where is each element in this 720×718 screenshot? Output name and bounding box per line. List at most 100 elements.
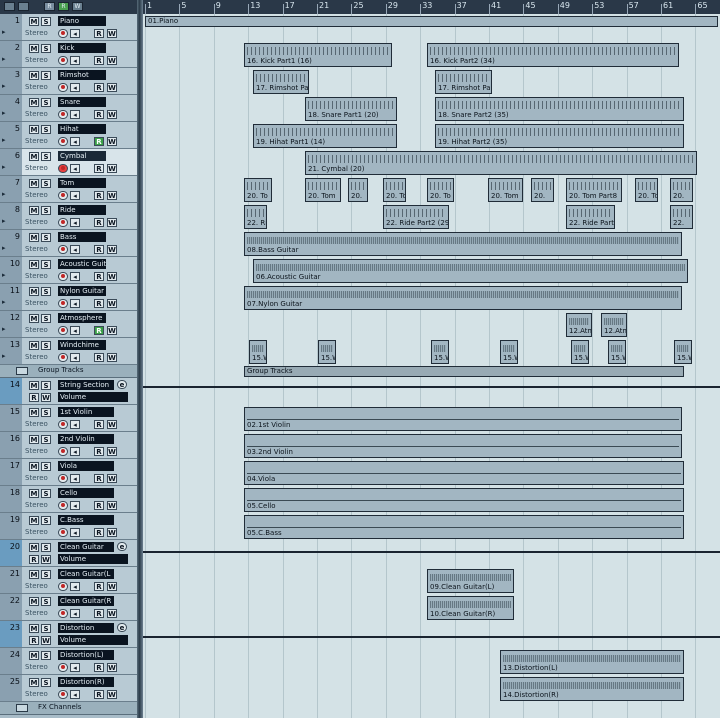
audio-event[interactable]: 15.W	[500, 340, 518, 364]
write-automation-button[interactable]: W	[107, 164, 117, 173]
read-automation-button[interactable]: R	[94, 56, 104, 65]
solo-button[interactable]: S	[41, 408, 51, 417]
track-name[interactable]: Clean Guitar	[58, 542, 114, 552]
write-automation-button[interactable]: W	[107, 501, 117, 510]
midi-part[interactable]: 20. To	[244, 178, 272, 202]
read-automation-button[interactable]: R	[94, 29, 104, 38]
expand-arrow-icon[interactable]: ▸	[2, 136, 6, 144]
track-name[interactable]: 2nd Violin	[58, 434, 114, 444]
monitor-button[interactable]: ◂	[70, 528, 80, 537]
mute-button[interactable]: M	[29, 489, 39, 498]
mute-button[interactable]: M	[29, 179, 39, 188]
record-enable-button[interactable]	[58, 218, 68, 227]
midi-part[interactable]: 22. Ride Part2 (29)	[383, 205, 449, 229]
midi-part[interactable]: 20.	[531, 178, 554, 202]
read-automation-icon[interactable]: R	[58, 2, 69, 11]
mute-button[interactable]: M	[29, 381, 39, 390]
expand-arrow-icon[interactable]: ▸	[2, 163, 6, 171]
record-enable-button[interactable]	[58, 83, 68, 92]
write-automation-button[interactable]: W	[107, 272, 117, 281]
write-automation-icon[interactable]: W	[72, 2, 83, 11]
track-19[interactable]: 19 M S C.Bass Stereo ◂ R W	[0, 513, 137, 540]
track-name[interactable]: Ride	[58, 205, 106, 215]
monitor-button[interactable]: ◂	[70, 447, 80, 456]
mute-button[interactable]: M	[29, 98, 39, 107]
read-automation-button[interactable]: R	[94, 272, 104, 281]
expand-arrow-icon[interactable]: ▸	[2, 325, 6, 333]
monitor-button[interactable]: ◂	[70, 110, 80, 119]
audio-event[interactable]: 06.Acoustic Guitar	[253, 259, 688, 283]
mute-button[interactable]: M	[29, 17, 39, 26]
read-automation-button[interactable]: R	[94, 137, 104, 146]
audio-event[interactable]: 09.Clean Guitar(L)	[427, 569, 514, 593]
midi-part[interactable]: 19. Hihat Part2 (35)	[435, 124, 684, 148]
automation-parameter[interactable]: Volume	[58, 554, 128, 564]
monitor-button[interactable]: ◂	[70, 83, 80, 92]
monitor-button[interactable]: ◂	[70, 353, 80, 362]
expand-arrow-icon[interactable]: ▸	[2, 109, 6, 117]
track-name[interactable]: Cymbal	[58, 151, 106, 161]
expand-arrow-icon[interactable]: ▸	[2, 190, 6, 198]
solo-button[interactable]: S	[41, 17, 51, 26]
write-automation-button[interactable]: W	[41, 555, 51, 564]
read-all-icon[interactable]: R	[44, 2, 55, 11]
mute-button[interactable]: M	[29, 678, 39, 687]
track-10[interactable]: 10▸ MS Acoustic Guitar Stereo ◂ RW	[0, 257, 137, 284]
midi-part[interactable]: 17. Rimshot Part	[435, 70, 492, 94]
write-automation-button[interactable]: W	[107, 137, 117, 146]
track-name[interactable]: Piano	[58, 16, 106, 26]
automation-parameter[interactable]: Volume	[58, 392, 128, 402]
monitor-button[interactable]: ◂	[70, 299, 80, 308]
record-enable-button[interactable]	[58, 272, 68, 281]
audio-event[interactable]: 12.Atm	[566, 313, 592, 337]
track-name[interactable]: Acoustic Guitar	[58, 259, 106, 269]
monitor-button[interactable]: ◂	[70, 326, 80, 335]
monitor-button[interactable]: ◂	[70, 191, 80, 200]
track-7[interactable]: 7 ▸ M S Tom Stereo ◂ R W	[0, 176, 137, 203]
write-automation-button[interactable]: W	[107, 663, 117, 672]
solo-button[interactable]: S	[41, 462, 51, 471]
write-automation-button[interactable]: W	[107, 420, 117, 429]
expand-arrow-icon[interactable]: ▸	[2, 28, 6, 36]
monitor-button[interactable]: ◂	[70, 245, 80, 254]
write-automation-button[interactable]: W	[41, 636, 51, 645]
audio-event[interactable]: 15.W	[249, 340, 267, 364]
midi-part[interactable]: 20. To	[635, 178, 658, 202]
read-automation-button[interactable]: R	[94, 690, 104, 699]
track-name[interactable]: Distortion	[58, 623, 114, 633]
solo-button[interactable]: S	[41, 489, 51, 498]
read-automation-button[interactable]: R	[94, 326, 104, 335]
write-automation-button[interactable]: W	[107, 609, 117, 618]
record-enable-button[interactable]	[58, 528, 68, 537]
fx-channels-folder[interactable]: FX Channels	[0, 702, 137, 715]
mute-button[interactable]: M	[29, 516, 39, 525]
mute-button[interactable]: M	[29, 152, 39, 161]
write-automation-button[interactable]: W	[107, 447, 117, 456]
track-13[interactable]: 13 ▸ M S Windchime Stereo ◂ R W	[0, 338, 137, 365]
ruler[interactable]: 1 5 9 13 17 21 25 29 33 37 41 45 49 53 57 61 65	[143, 0, 720, 14]
solo-button[interactable]: S	[41, 597, 51, 606]
read-automation-button[interactable]: R	[94, 164, 104, 173]
track-2[interactable]: 2 ▸ M S Kick Stereo ◂ R W	[0, 41, 137, 68]
solo-button[interactable]: S	[41, 287, 51, 296]
write-automation-button[interactable]: W	[107, 326, 117, 335]
record-enable-button[interactable]	[58, 164, 68, 173]
mute-button[interactable]: M	[29, 260, 39, 269]
midi-part[interactable]: 22. Ri	[244, 205, 267, 229]
track-14[interactable]: 14 M S String Section e R W Volume	[0, 378, 137, 405]
mute-button[interactable]: M	[29, 206, 39, 215]
audio-event[interactable]: 05.C.Bass	[244, 515, 684, 539]
write-automation-button[interactable]: W	[107, 245, 117, 254]
mute-button[interactable]: M	[29, 543, 39, 552]
monitor-button[interactable]: ◂	[70, 218, 80, 227]
track-12[interactable]: 12 ▸ M S Atmosphere Stereo ◂ R W	[0, 311, 137, 338]
monitor-button[interactable]: ◂	[70, 501, 80, 510]
solo-button[interactable]: S	[41, 152, 51, 161]
track-23[interactable]: 23 M S Distortion e R W Volume	[0, 621, 137, 648]
track-name[interactable]: String Section	[58, 380, 114, 390]
read-automation-button[interactable]: R	[94, 218, 104, 227]
mute-button[interactable]: M	[29, 462, 39, 471]
solo-button[interactable]: S	[41, 233, 51, 242]
solo-button[interactable]: S	[41, 44, 51, 53]
audio-event[interactable]: 02.1st Violin	[244, 407, 682, 431]
